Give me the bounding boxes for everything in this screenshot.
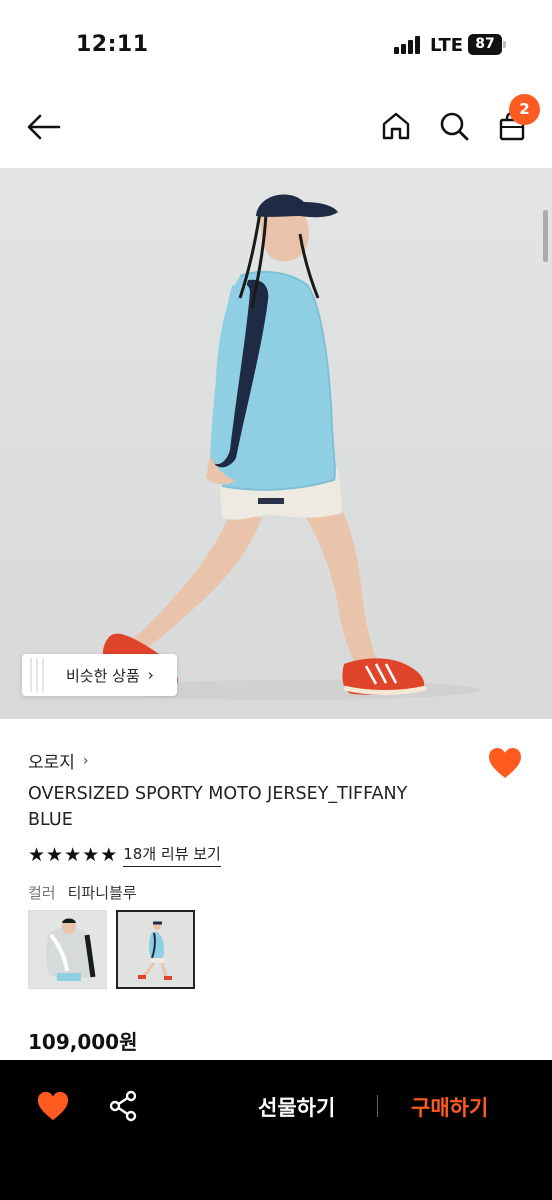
color-row: 컬러 티파니블루 <box>28 882 137 903</box>
color-option-2[interactable] <box>116 910 195 989</box>
star-icon: ★ <box>82 844 100 866</box>
swatch-2-image <box>118 912 193 987</box>
color-value: 티파니블루 <box>67 884 137 902</box>
home-icon <box>382 112 410 140</box>
image-scroll-indicator <box>543 210 548 262</box>
star-icon: ★ <box>100 844 118 866</box>
similar-products-button[interactable]: 비슷한 상품 › <box>22 654 177 696</box>
share-button[interactable] <box>108 1090 138 1122</box>
status-time: 12:11 <box>76 32 149 57</box>
bottom-like-button[interactable] <box>36 1090 70 1122</box>
chevron-right-icon: › <box>147 666 154 684</box>
heart-icon <box>37 1091 69 1121</box>
heart-icon <box>489 748 521 778</box>
search-button[interactable] <box>434 106 474 146</box>
chevron-right-icon: › <box>82 752 89 769</box>
brand-name: 오로지 <box>28 753 75 773</box>
review-link[interactable]: 18개 리뷰 보기 <box>123 843 221 867</box>
bottom-action-bar: 선물하기 구매하기 <box>0 1060 552 1200</box>
share-icon <box>109 1090 137 1122</box>
star-rating: ★ ★ ★ ★ ★ <box>28 844 117 866</box>
network-label: LTE <box>430 35 464 56</box>
star-icon: ★ <box>28 844 46 866</box>
color-option-1[interactable] <box>28 910 107 989</box>
product-image[interactable]: 비슷한 상품 › <box>0 168 552 719</box>
color-label: 컬러 <box>28 884 56 902</box>
rating-row: ★ ★ ★ ★ ★ 18개 리뷰 보기 <box>28 843 221 867</box>
swatch-1-image <box>29 911 106 988</box>
like-button[interactable] <box>487 746 523 780</box>
stack-icon <box>22 654 48 696</box>
battery-tip <box>503 41 506 48</box>
buy-button[interactable]: 구매하기 <box>411 1092 488 1122</box>
star-icon: ★ <box>64 844 82 866</box>
model-illustration <box>100 194 480 700</box>
battery-icon: 87 <box>468 34 502 55</box>
product-page: 12:11 LTE 87 2 비슷한 상품 › 오로지 › OVERSIZED … <box>0 0 552 1200</box>
back-arrow-icon <box>27 114 61 140</box>
search-icon <box>440 112 469 141</box>
cart-count-badge: 2 <box>509 94 540 125</box>
signal-icon <box>394 36 422 54</box>
status-bar: 12:11 LTE 87 <box>0 0 552 90</box>
similar-products-label: 비슷한 상품 <box>66 666 140 685</box>
gift-button[interactable]: 선물하기 <box>258 1092 335 1122</box>
brand-link[interactable]: 오로지 › <box>28 748 89 774</box>
bottom-divider <box>377 1095 378 1117</box>
back-button[interactable] <box>24 107 64 147</box>
home-button[interactable] <box>376 106 416 146</box>
product-title: OVERSIZED SPORTY MOTO JERSEY_TIFFANY BLU… <box>28 784 408 830</box>
product-price: 109,000원 <box>28 1030 138 1054</box>
star-icon: ★ <box>46 844 64 866</box>
nav-bar <box>0 90 552 168</box>
